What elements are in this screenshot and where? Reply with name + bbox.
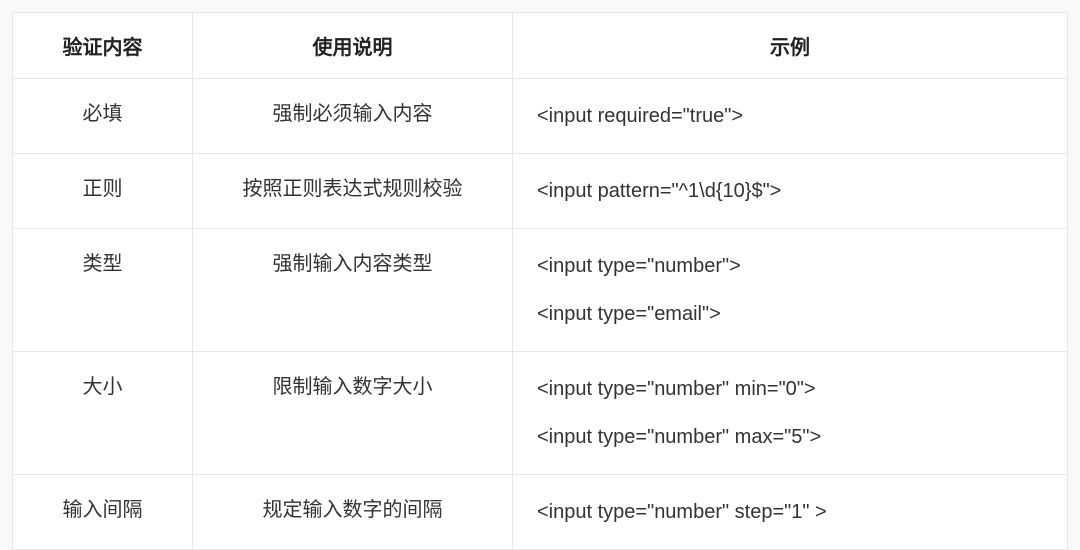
table-row: 类型 强制输入内容类型 <input type="number"> <input… (13, 229, 1068, 352)
example-code: <input type="number" min="0"> (537, 370, 1043, 408)
cell-example: <input type="number" min="0"> <input typ… (513, 352, 1068, 475)
table-row: 大小 限制输入数字大小 <input type="number" min="0"… (13, 352, 1068, 475)
cell-example: <input required="true"> (513, 79, 1068, 154)
table-row: 正则 按照正则表达式规则校验 <input pattern="^1\d{10}$… (13, 154, 1068, 229)
cell-content: 必填 (13, 79, 193, 154)
header-desc: 使用说明 (193, 13, 513, 79)
cell-content: 大小 (13, 352, 193, 475)
example-code: <input type="number" step="1" > (537, 493, 1043, 531)
example-code: <input required="true"> (537, 97, 1043, 135)
header-example: 示例 (513, 13, 1068, 79)
cell-example: <input type="number"> <input type="email… (513, 229, 1068, 352)
cell-example: <input type="number" step="1" > (513, 475, 1068, 550)
cell-content: 输入间隔 (13, 475, 193, 550)
cell-desc: 按照正则表达式规则校验 (193, 154, 513, 229)
table-body: 必填 强制必须输入内容 <input required="true"> 正则 按… (13, 79, 1068, 550)
table-row: 必填 强制必须输入内容 <input required="true"> (13, 79, 1068, 154)
example-code: <input pattern="^1\d{10}$"> (537, 172, 1043, 210)
cell-example: <input pattern="^1\d{10}$"> (513, 154, 1068, 229)
table-row: 输入间隔 规定输入数字的间隔 <input type="number" step… (13, 475, 1068, 550)
cell-content: 类型 (13, 229, 193, 352)
validation-rules-table: 验证内容 使用说明 示例 必填 强制必须输入内容 <input required… (12, 12, 1068, 550)
table-header-row: 验证内容 使用说明 示例 (13, 13, 1068, 79)
cell-content: 正则 (13, 154, 193, 229)
cell-desc: 强制输入内容类型 (193, 229, 513, 352)
example-code: <input type="number" max="5"> (537, 418, 1043, 456)
example-code: <input type="number"> (537, 247, 1043, 285)
example-code: <input type="email"> (537, 295, 1043, 333)
cell-desc: 规定输入数字的间隔 (193, 475, 513, 550)
header-content: 验证内容 (13, 13, 193, 79)
cell-desc: 强制必须输入内容 (193, 79, 513, 154)
cell-desc: 限制输入数字大小 (193, 352, 513, 475)
